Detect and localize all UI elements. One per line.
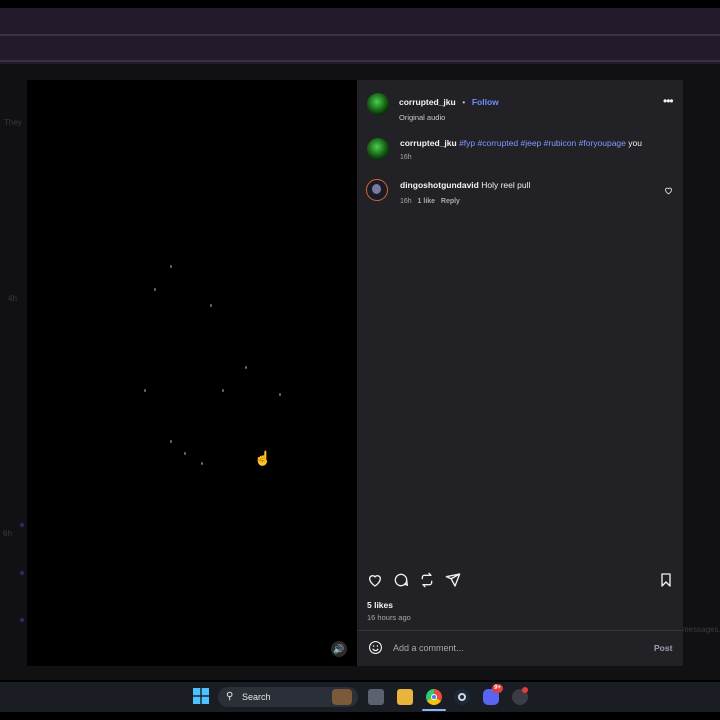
background-timestamp: 4h: [8, 294, 17, 303]
divider: [357, 630, 683, 631]
separator-dot: •: [460, 98, 468, 107]
comment-text: Holy reel pull: [481, 180, 531, 190]
video-frame-detail: [184, 452, 186, 455]
post-header: corrupted_jku • Follow Original audio: [399, 92, 499, 122]
caption-time: 16h: [400, 154, 412, 161]
taskbar-search-box[interactable]: ⚲ Search: [218, 687, 358, 707]
comment-meta: 16h 1 like Reply: [400, 196, 530, 207]
app-icon[interactable]: [512, 687, 528, 705]
header-divider: [0, 34, 720, 36]
windows-start-icon[interactable]: [193, 688, 209, 704]
repost-icon[interactable]: [419, 572, 435, 593]
active-app-indicator: [422, 709, 446, 711]
browser-header-band: [0, 8, 720, 64]
discord-icon[interactable]: 9+: [483, 684, 503, 705]
file-explorer-icon[interactable]: [397, 689, 413, 705]
chrome-icon[interactable]: [426, 689, 442, 705]
video-frame-detail: [279, 393, 281, 396]
mute-icon[interactable]: 🔊: [331, 641, 347, 657]
video-frame-detail: [245, 366, 247, 369]
emoji-icon[interactable]: [368, 640, 383, 660]
video-frame-detail: [210, 304, 212, 307]
video-frame-detail: [201, 462, 203, 465]
posted-time: 16 hours ago: [367, 613, 411, 622]
audio-label[interactable]: Original audio: [399, 113, 499, 122]
post-side-panel: corrupted_jku • Follow Original audio ••…: [357, 80, 683, 666]
background-dot: [20, 618, 24, 622]
caption-hashtags[interactable]: #fyp #corrupted #jeep #rubicon #foryoupa…: [459, 138, 626, 148]
search-highlight-icon: [332, 689, 352, 705]
background-timestamp: 6h: [3, 529, 12, 538]
bookmark-icon[interactable]: [658, 572, 674, 593]
comment-like-icon[interactable]: [664, 182, 673, 200]
screen: They 4h 6h messages. 🔊 ☝ corrupted_jku •…: [0, 0, 720, 720]
task-view-icon[interactable]: [368, 689, 384, 705]
background-text: They: [4, 118, 22, 127]
caption-author[interactable]: corrupted_jku: [400, 138, 457, 148]
follow-button[interactable]: Follow: [472, 97, 499, 107]
mouse-cursor-icon: ☝: [254, 450, 272, 466]
commenter-avatar[interactable]: [366, 179, 388, 201]
caption: corrupted_jku #fyp #corrupted #jeep #rub…: [400, 138, 676, 163]
video-frame-detail: [170, 265, 172, 268]
comment-input[interactable]: [393, 641, 633, 655]
video-frame-detail: [170, 440, 172, 443]
post-comment-button[interactable]: Post: [654, 643, 672, 653]
comment-item: dingoshotgundavid Holy reel pull 16h 1 l…: [400, 180, 530, 207]
video-frame-detail: [144, 389, 146, 392]
comment-author[interactable]: dingoshotgundavid: [400, 180, 479, 190]
background-dot: [20, 523, 24, 527]
author-avatar[interactable]: [367, 93, 389, 115]
share-icon[interactable]: [445, 572, 461, 593]
author-username[interactable]: corrupted_jku: [399, 97, 456, 107]
video-frame-detail: [222, 389, 224, 392]
bottom-strip: [0, 712, 720, 720]
caption-author-avatar[interactable]: [367, 138, 389, 160]
video-frame-detail: [154, 288, 156, 291]
steam-icon[interactable]: [454, 689, 470, 705]
comment-likes[interactable]: 1 like: [418, 198, 436, 205]
caption-text: you: [628, 138, 642, 148]
likes-count[interactable]: 5 likes: [367, 600, 393, 610]
comment-time: 16h: [400, 198, 412, 205]
discord-badge: 9+: [492, 684, 503, 693]
windows-taskbar: ⚲ Search 9+: [0, 682, 720, 712]
background-text: messages.: [682, 625, 720, 634]
video-player[interactable]: 🔊 ☝: [27, 80, 357, 666]
heart-icon[interactable]: [367, 572, 383, 593]
comment-icon[interactable]: [393, 572, 409, 593]
search-icon: ⚲: [226, 691, 234, 702]
background-dot: [20, 571, 24, 575]
header-divider: [0, 60, 720, 62]
comment-reply-button[interactable]: Reply: [441, 198, 460, 205]
taskbar-search-label: Search: [242, 692, 271, 702]
more-options-icon[interactable]: •••: [663, 94, 674, 108]
post-modal: 🔊 ☝ corrupted_jku • Follow Original audi…: [27, 80, 683, 666]
